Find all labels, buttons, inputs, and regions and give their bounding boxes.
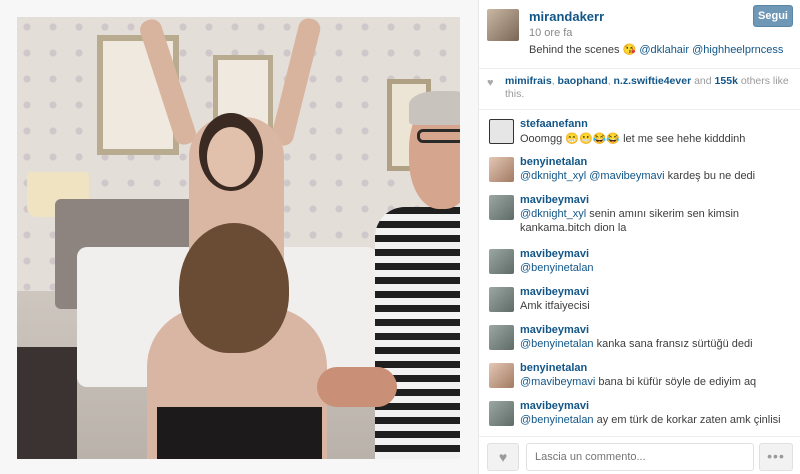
comment-text: @benyinetalan kanka sana fransız sürtüğü… xyxy=(520,338,753,350)
commenter-avatar[interactable] xyxy=(489,363,514,388)
comment-text: @benyinetalan xyxy=(520,262,594,274)
comment-item: mavibeymavi @dknight_xyl senin amını sik… xyxy=(479,190,800,242)
likes-text: mimifrais, baophand, n.z.swiftie4ever an… xyxy=(505,75,789,100)
comment-mention[interactable]: @benyinetalan xyxy=(520,414,594,426)
post-caption: Behind the scenes 😘 @dklahair @highheelp… xyxy=(529,43,783,56)
comment-item: mavibeymavi @benyinetalan xyxy=(479,244,800,280)
heart-icon: ♥ xyxy=(487,77,494,89)
comment-mention[interactable]: @benyinetalan xyxy=(520,338,594,350)
comment-item: stefaanefann Ooomgg 😁😬😂😂 let me see hehe… xyxy=(479,114,800,150)
likes-count[interactable]: 155k xyxy=(715,75,738,87)
photo-hands xyxy=(317,367,397,407)
comment-username[interactable]: mavibeymavi xyxy=(520,400,589,412)
comment-text: Ooomgg 😁😬😂😂 let me see hehe kidddinh xyxy=(520,133,746,145)
comment-footer: ♥ ••• xyxy=(479,436,800,474)
comment-username[interactable]: benyinetalan xyxy=(520,362,587,374)
commenter-avatar[interactable] xyxy=(489,119,514,144)
comment-item: mavibeymavi @benyinetalan ay em türk de … xyxy=(479,396,800,432)
comment-item: benyinetalan @dknight_xyl @mavibeymavi k… xyxy=(479,152,800,188)
more-options-button[interactable]: ••• xyxy=(759,443,793,471)
caption-mention-highheelprncess[interactable]: @highheelprncess xyxy=(692,44,783,56)
post-time[interactable]: 10 ore fa xyxy=(529,27,572,39)
comment-text: @mavibeymavi bana bi küfür söyle de ediy… xyxy=(520,376,757,388)
comment-username[interactable]: benyinetalan xyxy=(520,156,587,168)
comment-mention[interactable]: @mavibeymavi xyxy=(520,376,595,388)
commenter-avatar[interactable] xyxy=(489,287,514,312)
caption-mention-dklahair[interactable]: @dklahair xyxy=(639,44,689,56)
post-header: mirandakerr 10 ore fa Behind the scenes … xyxy=(479,0,800,68)
comment-item: mavibeymavi @benyinetalan kanka sana fra… xyxy=(479,320,800,356)
like-button[interactable]: ♥ xyxy=(487,443,519,471)
photo-front-woman-hair xyxy=(179,223,289,353)
photo-man-hair xyxy=(409,91,460,125)
comment-username[interactable]: mavibeymavi xyxy=(520,248,589,260)
comment-text: @benyinetalan ay em türk de korkar zaten… xyxy=(520,414,781,426)
post-sidebar: mirandakerr 10 ore fa Behind the scenes … xyxy=(478,0,800,474)
heart-icon: ♥ xyxy=(498,449,508,465)
comment-input[interactable] xyxy=(526,443,754,471)
more-dots-icon: ••• xyxy=(767,448,785,464)
comment-mention[interactable]: @dknight_xyl @mavibeymavi xyxy=(520,170,665,182)
commenter-avatar[interactable] xyxy=(489,157,514,182)
comment-text: @dknight_xyl senin amını sikerim sen kim… xyxy=(520,208,740,220)
author-username[interactable]: mirandakerr xyxy=(529,9,604,24)
commenter-avatar[interactable] xyxy=(489,195,514,220)
comment-item: mavibeymavi Amk itfaiyecisi xyxy=(479,282,800,318)
commenter-avatar[interactable] xyxy=(489,325,514,350)
comments-list: stefaanefann Ooomgg 😁😬😂😂 let me see hehe… xyxy=(479,112,800,432)
liker-mimifrais[interactable]: mimifrais xyxy=(505,75,552,87)
comment-username[interactable]: mavibeymavi xyxy=(520,194,589,206)
liker-nzswiftie4ever[interactable]: n.z.swiftie4ever xyxy=(614,75,692,87)
comment-username[interactable]: mavibeymavi xyxy=(520,286,589,298)
commenter-avatar[interactable] xyxy=(489,401,514,426)
photo-man-glasses xyxy=(417,129,460,143)
photo-panel xyxy=(0,0,478,474)
comment-username[interactable]: mavibeymavi xyxy=(520,324,589,336)
kiss-emoji-icon: 😘 xyxy=(622,44,637,56)
photo-bag xyxy=(17,347,77,459)
comment-mention[interactable]: @benyinetalan xyxy=(520,262,594,274)
photo-front-woman-top xyxy=(157,407,322,459)
photo-woman-face xyxy=(207,127,255,187)
follow-button[interactable]: Segui xyxy=(753,5,793,27)
comment-item: benyinetalan @mavibeymavi bana bi küfür … xyxy=(479,358,800,394)
comment-text: @dknight_xyl @mavibeymavi kardeş bu ne d… xyxy=(520,170,756,182)
comment-username[interactable]: stefaanefann xyxy=(520,118,588,130)
caption-text: Behind the scenes xyxy=(529,44,620,56)
comment-text: Amk itfaiyecisi xyxy=(520,300,590,312)
comment-mention[interactable]: @dknight_xyl xyxy=(520,208,586,220)
post-photo[interactable] xyxy=(17,17,460,459)
liker-baophand[interactable]: baophand xyxy=(558,75,608,87)
comment-text-line2: kankama.bitch dion la xyxy=(520,222,627,234)
likes-bar: ♥ mimifrais, baophand, n.z.swiftie4ever … xyxy=(479,68,800,110)
photo-man-shirt xyxy=(375,207,460,459)
commenter-avatar[interactable] xyxy=(489,249,514,274)
author-avatar[interactable] xyxy=(487,9,519,41)
